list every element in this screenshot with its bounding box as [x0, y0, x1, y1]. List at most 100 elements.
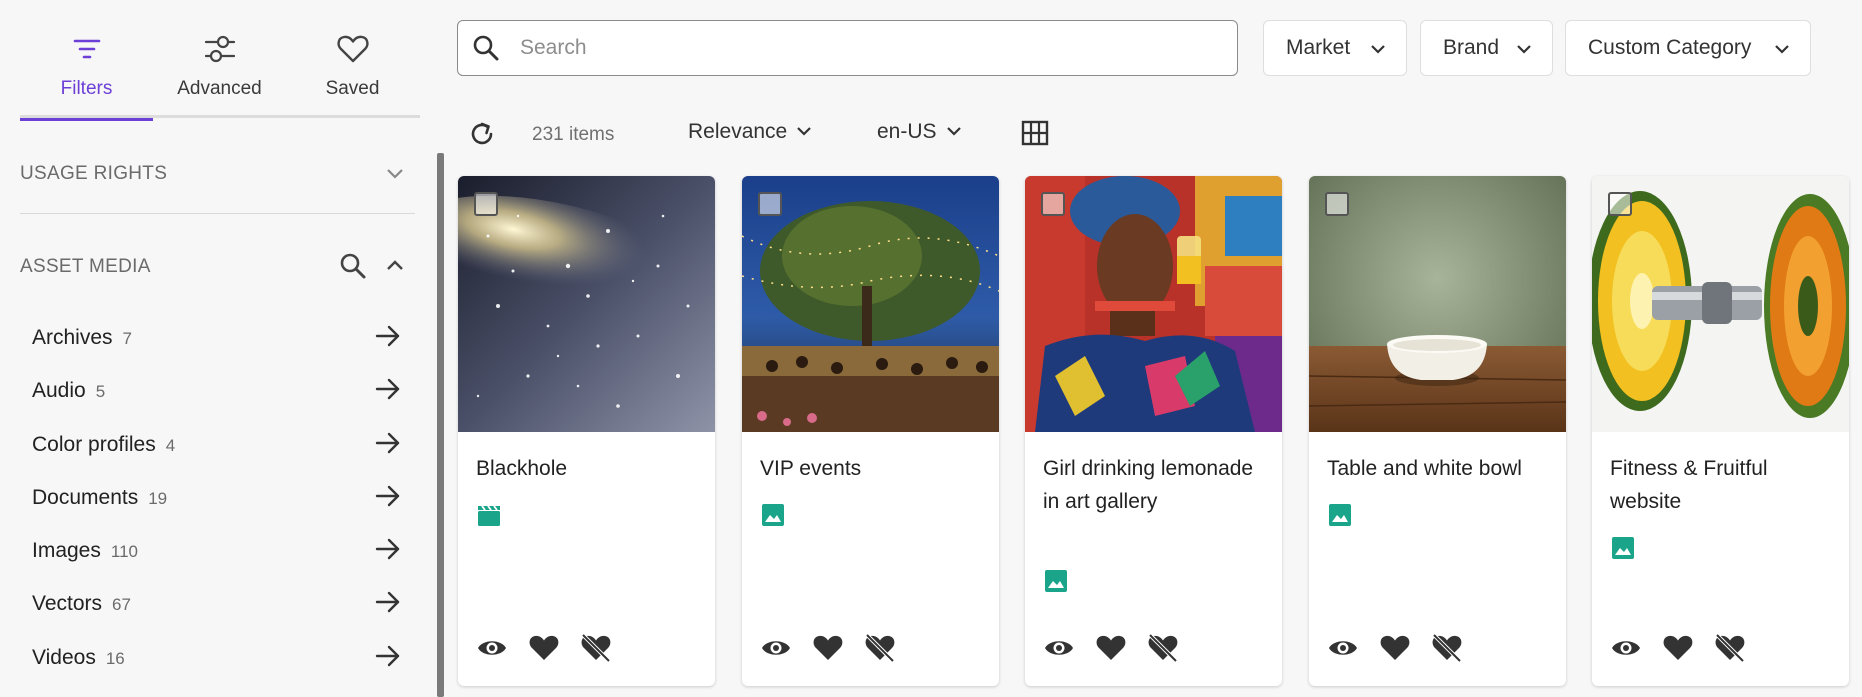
arrow-right-icon[interactable]: [374, 375, 402, 403]
facet-count: 110: [110, 542, 138, 562]
facet-item-color-profiles[interactable]: Color profiles 4: [32, 417, 412, 470]
asset-title[interactable]: Fitness & Fruitful website: [1610, 452, 1835, 518]
facet-name: Videos: [32, 645, 96, 669]
facet-count: 16: [105, 648, 125, 668]
facet-item-archives[interactable]: Archives 7: [32, 310, 412, 363]
facet-name: Vectors: [32, 592, 103, 616]
asset-media-list: Archives 7 Audio 5 Color profiles 4 Documen…: [32, 310, 412, 683]
locale-dropdown[interactable]: en-US: [877, 120, 963, 144]
search-input[interactable]: [520, 31, 1220, 65]
heart-off-icon[interactable]: [864, 632, 896, 664]
select-checkbox[interactable]: [1325, 192, 1349, 216]
heart-outline-icon: [336, 35, 369, 63]
heart-icon[interactable]: [812, 632, 844, 664]
facet-name: Audio: [32, 379, 86, 403]
select-checkbox[interactable]: [1608, 192, 1632, 216]
tab-advanced[interactable]: Advanced: [153, 22, 286, 118]
eye-icon[interactable]: [476, 632, 508, 664]
section-divider: [20, 213, 415, 214]
facet-item-videos[interactable]: Videos 16: [32, 630, 412, 683]
asset-card[interactable]: Blackhole: [458, 176, 715, 686]
facet-name: Archives: [32, 326, 113, 349]
video-clapper-icon: [478, 505, 500, 526]
chevron-down-icon: [946, 127, 961, 136]
arrow-right-icon[interactable]: [374, 588, 402, 616]
heart-icon[interactable]: [1662, 632, 1694, 664]
facet-item-vectors[interactable]: Vectors 67: [32, 576, 412, 629]
custom-category-dropdown[interactable]: Custom Category: [1565, 20, 1811, 76]
filter-sidebar: Filters Advanced Saved USAGE RIGHTS ASSE…: [0, 0, 440, 697]
brand-dropdown[interactable]: Brand: [1420, 20, 1553, 76]
facet-count: 19: [148, 488, 168, 508]
arrow-right-icon[interactable]: [374, 482, 402, 510]
sort-dropdown[interactable]: Relevance: [688, 120, 813, 144]
facet-item-audio[interactable]: Audio 5: [32, 363, 412, 416]
heart-off-icon[interactable]: [580, 632, 612, 664]
asset-title[interactable]: VIP events: [760, 452, 985, 485]
section-asset-media-title: ASSET MEDIA: [20, 256, 151, 277]
asset-title[interactable]: Blackhole: [476, 452, 701, 485]
tab-saved-label: Saved: [325, 78, 380, 99]
tab-saved[interactable]: Saved: [286, 22, 419, 118]
facet-count: 7: [122, 329, 132, 348]
arrow-right-icon[interactable]: [374, 535, 402, 563]
asset-card[interactable]: Fitness & Fruitful website: [1592, 176, 1849, 686]
chevron-down-icon: [1775, 45, 1789, 54]
section-asset-media[interactable]: ASSET MEDIA: [20, 246, 415, 286]
eye-icon[interactable]: [1327, 632, 1359, 664]
image-icon: [1045, 570, 1067, 592]
eye-icon[interactable]: [1043, 632, 1075, 664]
eye-icon[interactable]: [760, 632, 792, 664]
heart-icon[interactable]: [1095, 632, 1127, 664]
tab-filters[interactable]: Filters: [20, 22, 153, 121]
market-dropdown-label: Market: [1286, 36, 1351, 59]
brand-dropdown-label: Brand: [1443, 36, 1500, 59]
grid-view-icon[interactable]: [1021, 120, 1049, 146]
asset-card[interactable]: Table and white bowl: [1309, 176, 1566, 686]
heart-icon[interactable]: [528, 632, 560, 664]
filter-lines-icon: [73, 39, 100, 59]
image-icon: [1329, 504, 1351, 526]
arrow-right-icon[interactable]: [374, 429, 402, 457]
facet-count: 5: [95, 382, 106, 402]
image-icon: [762, 504, 784, 526]
facet-name: Images: [32, 539, 101, 563]
facet-item-documents[interactable]: Documents 19: [32, 470, 412, 523]
market-dropdown[interactable]: Market: [1263, 20, 1407, 76]
facet-name: Documents: [32, 485, 139, 509]
sidebar-scrollbar[interactable]: [437, 153, 444, 697]
arrow-right-icon[interactable]: [374, 642, 402, 670]
chevron-down-icon: [387, 169, 403, 179]
select-checkbox[interactable]: [1041, 192, 1065, 216]
select-checkbox[interactable]: [474, 192, 498, 216]
refresh-icon[interactable]: [467, 119, 497, 149]
sort-dropdown-label: Relevance: [688, 120, 788, 143]
asset-title[interactable]: Table and white bowl: [1327, 452, 1552, 485]
sidebar-tabs: Filters Advanced Saved: [20, 22, 420, 121]
search-icon[interactable]: [339, 252, 367, 280]
facet-count: 67: [112, 595, 131, 615]
heart-off-icon[interactable]: [1714, 632, 1746, 664]
asset-card[interactable]: Girl drinking lemonade in art gallery: [1025, 176, 1282, 686]
select-checkbox[interactable]: [758, 192, 782, 216]
heart-off-icon[interactable]: [1147, 632, 1179, 664]
asset-card[interactable]: VIP events: [742, 176, 999, 686]
eye-icon[interactable]: [1610, 632, 1642, 664]
heart-off-icon[interactable]: [1431, 632, 1463, 664]
facet-item-images[interactable]: Images 110: [32, 523, 412, 576]
items-count: 231 items: [532, 124, 615, 145]
search-icon: [473, 35, 499, 61]
arrow-right-icon[interactable]: [374, 322, 402, 350]
heart-icon[interactable]: [1379, 632, 1411, 664]
facet-count: 4: [165, 435, 176, 455]
section-usage-rights[interactable]: USAGE RIGHTS: [20, 153, 415, 193]
tab-filters-label: Filters: [60, 78, 113, 99]
image-icon: [1612, 537, 1634, 559]
locale-dropdown-label: en-US: [877, 120, 937, 143]
chevron-up-icon[interactable]: [383, 254, 407, 278]
asset-title[interactable]: Girl drinking lemonade in art gallery: [1043, 452, 1268, 518]
chevron-down-icon: [1517, 45, 1531, 54]
search-box: [457, 20, 1238, 76]
sliders-icon: [204, 35, 235, 63]
facet-name: Color profiles: [32, 432, 156, 456]
